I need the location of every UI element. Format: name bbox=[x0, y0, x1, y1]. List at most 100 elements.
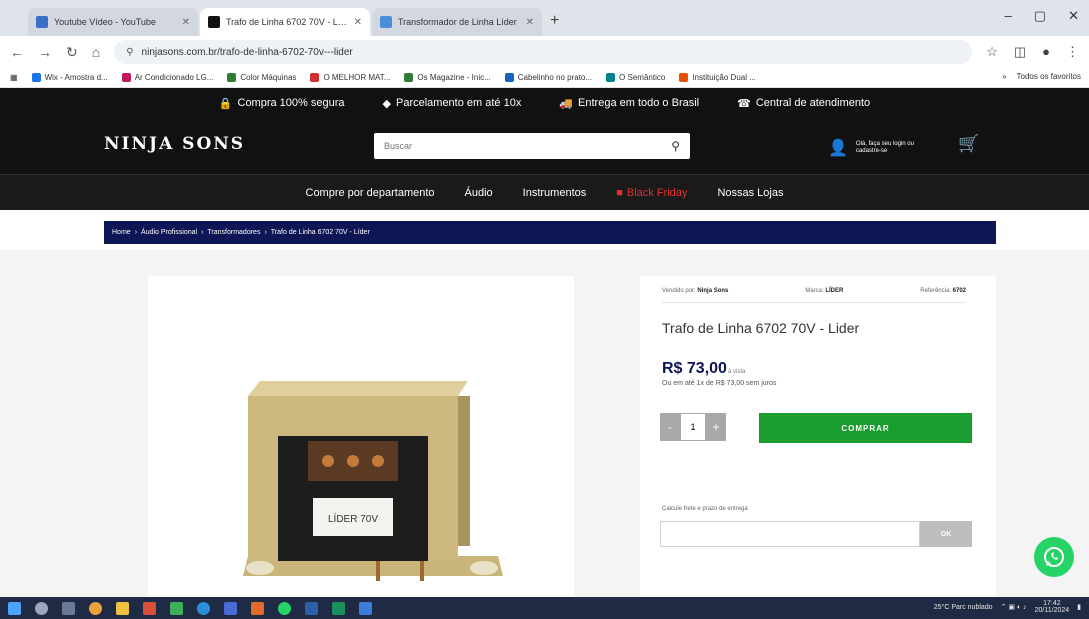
bookmark-label: Ar Condicionado LG... bbox=[134, 73, 214, 82]
browser-tab-1[interactable]: Youtube Vídeo - YouTube ✕ bbox=[28, 8, 198, 36]
app-icon[interactable] bbox=[332, 601, 345, 615]
site-info-icon[interactable]: ⚲ bbox=[126, 47, 133, 58]
youtube-favicon-icon bbox=[36, 16, 48, 28]
menu-dots-icon[interactable]: ⋮ bbox=[1066, 44, 1079, 60]
product-meta: Vendido por: Ninja Sons Marca: LÍDER Ref… bbox=[662, 288, 966, 303]
bookmark-item[interactable]: O MELHOR MAT... bbox=[310, 73, 390, 82]
trust-label: Entrega em todo o Brasil bbox=[578, 97, 700, 109]
clock-time: 17:42 bbox=[1043, 600, 1061, 607]
qty-plus-button[interactable]: + bbox=[706, 413, 726, 441]
product-image-panel: LÍDER 70V bbox=[148, 276, 574, 597]
breadcrumb-separator: › bbox=[201, 229, 204, 236]
google-favicon-icon bbox=[380, 16, 392, 28]
bookmark-item[interactable]: Color Máquinas bbox=[227, 73, 296, 82]
bookmark-item[interactable]: Cabelinho no prato... bbox=[504, 73, 592, 82]
main-nav: Compre por departamento Áudio Instrument… bbox=[0, 174, 1089, 210]
browser-tab-2[interactable]: Trafo de Linha 6702 70V - Líder ✕ bbox=[200, 8, 370, 36]
chrome-icon[interactable] bbox=[89, 601, 102, 615]
breadcrumb-item[interactable]: Transformadores bbox=[207, 229, 260, 236]
profile-icon[interactable]: ● bbox=[1042, 44, 1050, 60]
weather-widget[interactable]: 25°C Parc nublado bbox=[934, 604, 993, 611]
all-bookmarks-folder[interactable]: Todos os favoritos bbox=[1017, 72, 1081, 81]
back-arrow-icon[interactable]: ← bbox=[10, 44, 24, 60]
app-icon[interactable] bbox=[359, 601, 372, 615]
task-view-icon[interactable] bbox=[62, 601, 75, 615]
maximize-button[interactable]: ▢ bbox=[1034, 8, 1046, 24]
whatsapp-button[interactable] bbox=[1034, 537, 1074, 577]
product-info-panel: Vendido por: Ninja Sons Marca: LÍDER Ref… bbox=[640, 276, 996, 597]
app-icon[interactable] bbox=[251, 601, 264, 615]
ref-label: Referência: bbox=[920, 288, 951, 294]
bookmark-favicon-icon bbox=[227, 73, 237, 82]
qty-input[interactable] bbox=[680, 413, 706, 441]
bookmark-item[interactable]: Ar Condicionado LG... bbox=[121, 73, 214, 82]
bookmark-label: O Semântico bbox=[619, 73, 666, 82]
account-text: Olá, faça seu login ou cadastre-se bbox=[855, 141, 914, 154]
nav-black-friday[interactable]: ■ Black Friday bbox=[616, 187, 687, 199]
brand-value: LÍDER bbox=[825, 288, 844, 294]
search-icon[interactable]: ⚲ bbox=[671, 139, 680, 153]
bookmark-item[interactable]: Os Magazine - Inic... bbox=[404, 73, 491, 82]
forward-arrow-icon[interactable]: → bbox=[38, 44, 52, 60]
app-icon[interactable] bbox=[305, 601, 318, 615]
breadcrumb-home[interactable]: Home bbox=[112, 229, 131, 236]
close-tab-icon[interactable]: ✕ bbox=[526, 17, 534, 28]
clock-date: 20/11/2024 bbox=[1034, 607, 1070, 614]
app-icon[interactable] bbox=[143, 601, 156, 615]
whatsapp-icon bbox=[1044, 547, 1064, 567]
search-input[interactable] bbox=[374, 133, 654, 159]
nav-audio[interactable]: Áudio bbox=[465, 187, 493, 199]
site-logo[interactable]: NINJA SONS bbox=[104, 134, 245, 154]
trust-item-support[interactable]: ☎ Central de atendimento bbox=[737, 97, 870, 110]
tray-icons[interactable]: ⌃ ▣ ◐ ♪ bbox=[1001, 603, 1027, 611]
buy-button[interactable]: COMPRAR bbox=[759, 413, 972, 443]
new-tab-button[interactable]: + bbox=[550, 12, 559, 30]
url-field[interactable]: ⚲ ninjasons.com.br/trafo-de-linha-6702-7… bbox=[114, 40, 973, 64]
trust-item-delivery: 🚚 Entrega em todo o Brasil bbox=[559, 97, 699, 110]
bookmarks-bar: ▦ Wix - Amostra d... Ar Condicionado LG.… bbox=[0, 68, 1089, 88]
cart-icon[interactable]: 🛒 bbox=[958, 134, 979, 154]
app-icon[interactable] bbox=[224, 601, 237, 615]
home-icon[interactable]: ⌂ bbox=[92, 44, 100, 60]
nav-instruments[interactable]: Instrumentos bbox=[523, 187, 587, 199]
qty-minus-button[interactable]: - bbox=[660, 413, 680, 441]
bookmark-favicon-icon bbox=[310, 73, 320, 82]
whatsapp-taskbar-icon[interactable] bbox=[278, 601, 291, 615]
more-bookmarks-button[interactable]: » bbox=[1002, 72, 1006, 81]
account-link[interactable]: 👤 Olá, faça seu login ou cadastre-se bbox=[828, 138, 916, 158]
browser-tab-bar: Youtube Vídeo - YouTube ✕ Trafo de Linha… bbox=[0, 0, 1089, 36]
windows-start-icon[interactable] bbox=[8, 601, 21, 615]
clock[interactable]: 17:42 20/11/2024 bbox=[1035, 600, 1070, 614]
cep-input[interactable] bbox=[660, 521, 920, 547]
edge-icon[interactable] bbox=[197, 601, 210, 615]
apps-grid-icon[interactable]: ▦ bbox=[10, 73, 18, 82]
breadcrumb: Home › Áudio Profissional › Transformado… bbox=[104, 221, 996, 244]
reload-icon[interactable]: ↻ bbox=[66, 44, 78, 61]
search-icon[interactable] bbox=[35, 601, 48, 615]
bookmark-item[interactable]: O Semântico bbox=[606, 73, 665, 82]
transformer-image[interactable]: LÍDER 70V bbox=[148, 276, 574, 597]
bookmark-star-icon[interactable]: ☆ bbox=[986, 44, 998, 60]
seller-label: Vendido por: bbox=[662, 288, 696, 294]
bookmark-label: Instituição Dual ... bbox=[692, 73, 756, 82]
bookmark-item[interactable]: Wix - Amostra d... bbox=[31, 73, 108, 82]
breadcrumb-item[interactable]: Áudio Profissional bbox=[141, 229, 197, 236]
notifications-icon[interactable]: ▮ bbox=[1077, 603, 1081, 611]
bookmark-item[interactable]: Instituição Dual ... bbox=[679, 73, 756, 82]
minimize-button[interactable]: – bbox=[1005, 8, 1012, 24]
close-tab-icon[interactable]: ✕ bbox=[182, 17, 190, 28]
quantity-stepper: - + bbox=[660, 413, 726, 441]
nav-stores[interactable]: Nossas Lojas bbox=[717, 187, 783, 199]
close-tab-icon[interactable]: ✕ bbox=[354, 17, 362, 28]
close-window-button[interactable]: ✕ bbox=[1068, 8, 1079, 24]
browser-tab-3[interactable]: Transformador de Linha Líder ✕ bbox=[372, 8, 542, 36]
product-part-label: LÍDER 70V bbox=[328, 512, 378, 525]
extensions-icon[interactable]: ◫ bbox=[1014, 44, 1026, 60]
bookmarks-right: » Todos os favoritos bbox=[1002, 72, 1081, 81]
product-price: R$ 73,00 bbox=[662, 360, 727, 377]
bookmark-favicon-icon bbox=[606, 73, 616, 82]
app-icon[interactable] bbox=[170, 601, 183, 615]
nav-departments[interactable]: Compre por departamento bbox=[306, 187, 435, 199]
cep-ok-button[interactable]: OK bbox=[920, 521, 972, 547]
app-icon[interactable] bbox=[116, 601, 129, 615]
